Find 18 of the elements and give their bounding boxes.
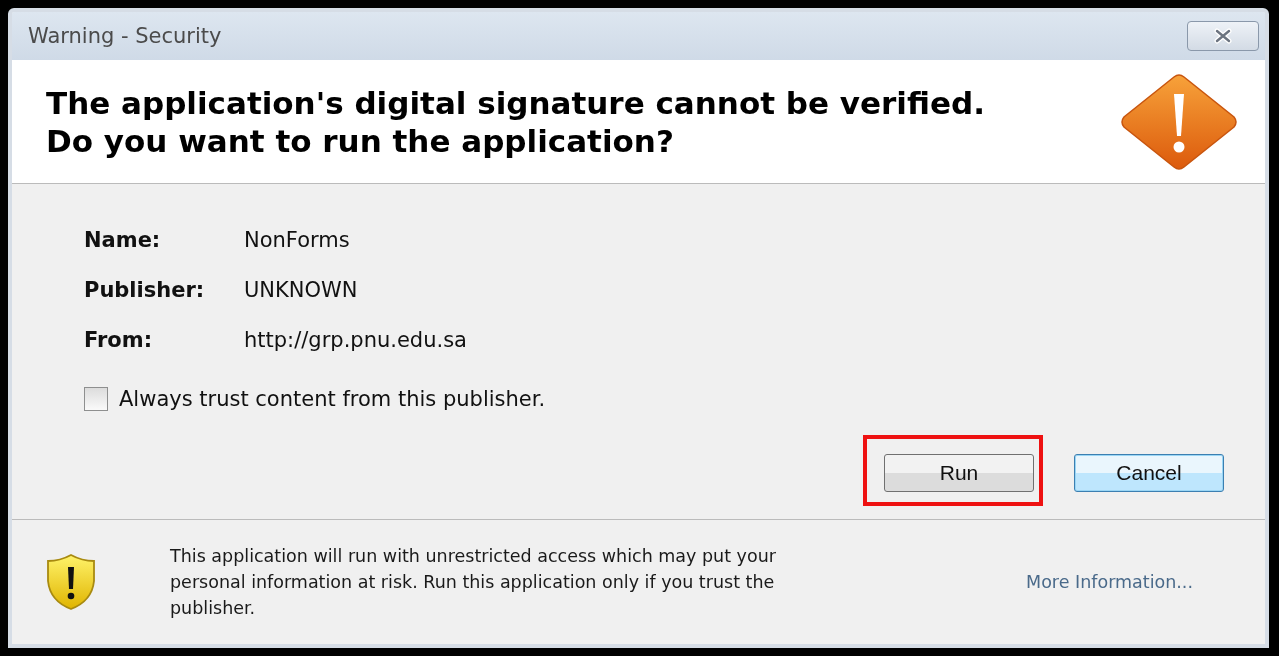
field-label: Publisher:	[84, 278, 206, 302]
window-title: Warning - Security	[28, 24, 222, 48]
close-button[interactable]	[1187, 21, 1259, 51]
field-label: From:	[84, 328, 154, 352]
field-value: http://grp.pnu.edu.sa	[244, 328, 467, 352]
more-information-link[interactable]: More Information...	[1026, 572, 1193, 592]
trust-checkbox[interactable]	[84, 387, 108, 411]
checkbox-label: Always trust content from this publisher.	[119, 387, 546, 411]
warning-icon	[1119, 73, 1239, 170]
field-value: UNKNOWN	[244, 278, 359, 302]
field-value: NonForms	[244, 228, 351, 252]
headline-text: The application's digital signature cannot be verified.	[46, 83, 985, 122]
cancel-button[interactable]: Cancel	[1074, 454, 1224, 492]
headline-text: Do you want to run the application?	[46, 121, 675, 160]
field-label: Name:	[84, 228, 162, 252]
risk-message: This application will run with unrestricted access which may put your personal information at risk. Run this application only if you trust the publisher.	[170, 545, 777, 620]
run-button[interactable]: Run	[884, 454, 1034, 492]
shield-warning-icon	[46, 553, 96, 611]
